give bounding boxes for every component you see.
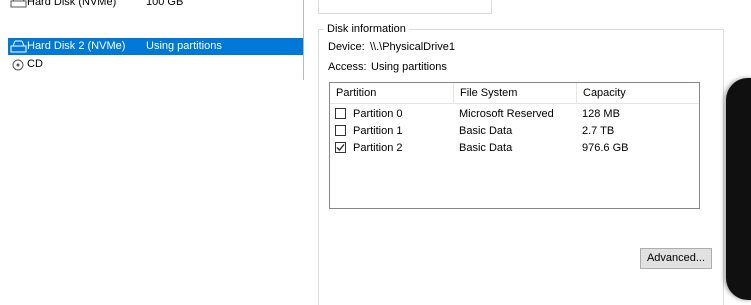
partitions-list[interactable]: Partition File System Capacity Partition…	[329, 82, 700, 209]
tree-item-label: CD	[27, 58, 43, 70]
dark-window-edge	[726, 78, 751, 300]
column-header-file-system[interactable]: File System	[454, 83, 577, 103]
device-label: Device:	[328, 41, 365, 53]
partition-name: Partition 0	[353, 108, 403, 120]
cd-drive-icon	[10, 58, 27, 71]
column-header-capacity[interactable]: Capacity	[577, 83, 699, 103]
tree-item-info: Using partitions	[146, 40, 222, 52]
device-tree: Hard Disk (NVMe) 100 GB Hard Disk 2 (NVM…	[0, 0, 303, 80]
upper-groupbox-edge	[318, 0, 492, 14]
access-value: Using partitions	[371, 61, 447, 73]
group-title: Disk information	[324, 22, 409, 36]
advanced-button[interactable]: Advanced...	[640, 248, 712, 269]
partition-checkbox[interactable]	[335, 108, 346, 119]
access-label: Access:	[328, 61, 367, 73]
partition-file-system: Microsoft Reserved	[459, 108, 554, 120]
list-header: Partition File System Capacity	[330, 83, 699, 104]
tree-item-hard-disk-2[interactable]: Hard Disk 2 (NVMe) Using partitions	[8, 38, 303, 55]
partition-file-system: Basic Data	[459, 142, 513, 154]
column-header-partition[interactable]: Partition	[330, 83, 454, 103]
partition-row[interactable]: Partition 1 Basic Data 2.7 TB	[330, 123, 699, 140]
tree-divider	[303, 0, 304, 80]
hard-disk-icon	[10, 40, 27, 53]
tree-item-label: Hard Disk 2 (NVMe)	[27, 40, 126, 52]
tree-item-label: Hard Disk (NVMe)	[27, 0, 117, 8]
partition-name: Partition 1	[353, 125, 403, 137]
partition-checkbox[interactable]	[335, 142, 346, 153]
partition-row[interactable]: Partition 2 Basic Data 976.6 GB	[330, 140, 699, 157]
device-value: \\.\PhysicalDrive1	[370, 41, 455, 53]
partition-row[interactable]: Partition 0 Microsoft Reserved 128 MB	[330, 106, 699, 123]
partition-capacity: 976.6 GB	[582, 142, 629, 154]
partition-checkbox[interactable]	[335, 125, 346, 136]
partition-name: Partition 2	[353, 142, 403, 154]
tree-item-cd[interactable]: CD	[8, 56, 303, 73]
tree-item-info: 100 GB	[146, 0, 184, 8]
hard-disk-icon	[10, 0, 27, 9]
partition-capacity: 128 MB	[582, 108, 620, 120]
partition-capacity: 2.7 TB	[582, 125, 615, 137]
tree-item-hard-disk-1[interactable]: Hard Disk (NVMe) 100 GB	[8, 0, 303, 11]
partition-file-system: Basic Data	[459, 125, 513, 137]
